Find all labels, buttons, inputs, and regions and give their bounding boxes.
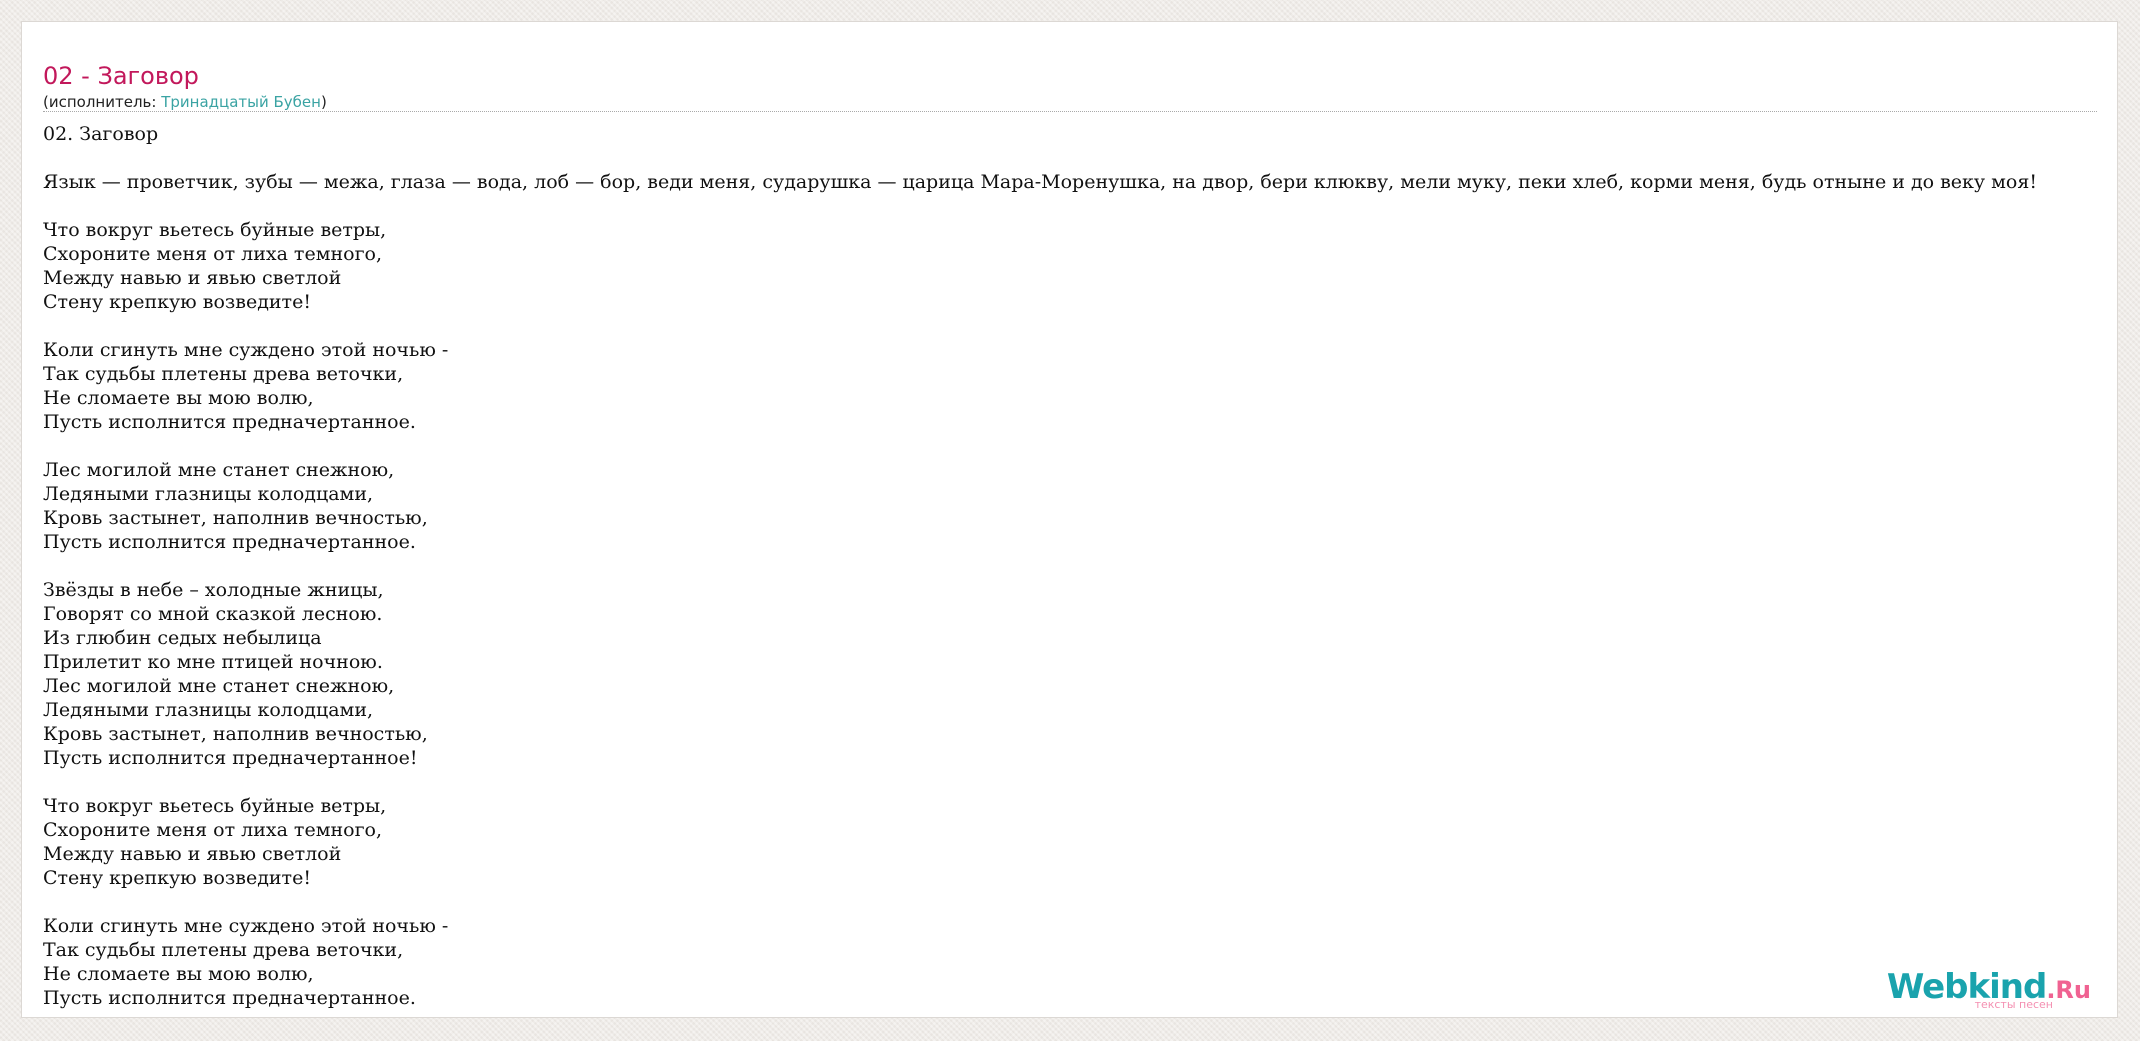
lyrics-line: Пусть исполнится предначертанное. [43,411,416,433]
lyrics-line: Пусть исполнится предначертанное! [43,747,418,769]
lyrics-line: Стену крепкую возведите! [43,291,311,313]
lyrics-line: Лес могилой мне станет снежною, [43,459,395,481]
lyrics-line: Между навью и явью светлой [43,843,342,865]
song-title: 02 - Заговор [43,62,199,90]
performer-suffix: ) [320,93,327,111]
lyrics-line: Ледяными глазницы колодцами, [43,483,374,505]
lyrics-line: Коли сгинуть мне суждено этой ночью - [43,339,449,361]
lyrics-blank-line [43,194,2117,218]
lyrics-line: Между навью и явью светлой [43,267,342,289]
lyrics-line: Схороните меня от лиха темного, [43,819,383,841]
site-logo[interactable]: Webkind.Ru тексты песен [1887,969,2091,1011]
lyrics-line: Кровь застынет, наполнив вечностью, [43,507,428,529]
lyrics-blank-line [43,434,2117,458]
lyrics-blank-line [43,554,2117,578]
lyrics-line: 02. Заговор [43,123,159,145]
lyrics-line: Не сломаете вы мою волю, [43,387,314,409]
performer-link[interactable]: Тринадцатый Бубен [161,93,321,111]
content-panel: 02 - Заговор (исполнитель: Тринадцатый Б… [21,21,2118,1018]
lyrics-line: Коли сгинуть мне суждено этой ночью - [43,915,449,937]
lyrics-line: Пусть исполнится предначертанное. [43,531,416,553]
lyrics-line: Что вокруг вьетесь буйные ветры, [43,795,387,817]
lyrics-text: 02. Заговор Язык — проветчик, зубы — меж… [43,122,2117,1010]
performer-prefix: (исполнитель: [43,93,162,111]
lyrics-line: Звёзды в небе – холодные жницы, [43,579,384,601]
lyrics-line: Стену крепкую возведите! [43,867,311,889]
lyrics-line: Ледяными глазницы колодцами, [43,699,374,721]
song-header: 02 - Заговор (исполнитель: Тринадцатый Б… [43,41,2097,112]
lyrics-line: Схороните меня от лиха темного, [43,243,383,265]
lyrics-line: Прилетит ко мне птицей ночною. [43,651,383,673]
lyrics-line: Что вокруг вьетесь буйные ветры, [43,219,387,241]
performer-line: (исполнитель: Тринадцатый Бубен) [43,93,327,111]
lyrics-blank-line [43,146,2117,170]
lyrics-line: Так судьбы плетены древа веточки, [43,939,404,961]
page: { "song": { "title": "02 - Заговор", "pe… [0,0,2140,1041]
lyrics-blank-line [43,770,2117,794]
lyrics-line: Лес могилой мне станет снежною, [43,675,395,697]
lyrics-line: Кровь застынет, наполнив вечностью, [43,723,428,745]
lyrics-line: Из глюбин седых небылица [43,627,322,649]
lyrics-blank-line [43,890,2117,914]
lyrics-line: Не сломаете вы мою волю, [43,963,314,985]
lyrics-blank-line [43,314,2117,338]
lyrics-line: Язык — проветчик, зубы — межа, глаза — в… [43,171,2037,193]
logo-tld: .Ru [2046,976,2091,1004]
lyrics-line: Пусть исполнится предначертанное. [43,987,416,1009]
lyrics-line: Так судьбы плетены древа веточки, [43,363,404,385]
lyrics-line: Говорят со мной сказкой лесною. [43,603,383,625]
